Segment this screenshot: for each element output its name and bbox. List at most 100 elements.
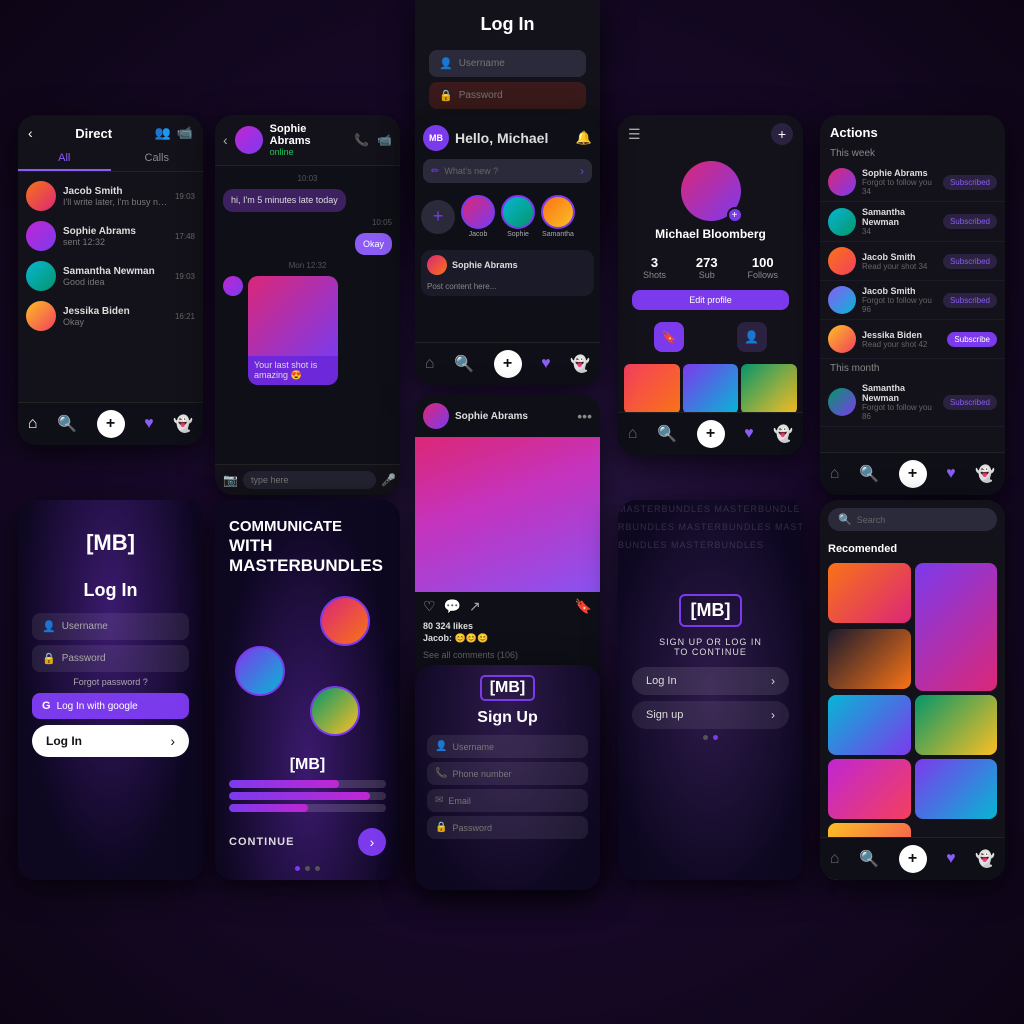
action-item[interactable]: Samantha Newman 34 Subscribed — [820, 202, 1005, 242]
rec-item-tall[interactable] — [915, 563, 998, 691]
thumbnail-2[interactable] — [683, 364, 739, 414]
subscribed-button[interactable]: Subscribed — [943, 214, 997, 229]
edit-profile-button[interactable]: Edit profile — [632, 290, 789, 310]
heart-icon[interactable]: ♥ — [744, 425, 754, 443]
group-icon[interactable]: 👥 — [155, 125, 171, 141]
password-field[interactable]: 🔒 Password — [427, 816, 588, 839]
action-item[interactable]: Samantha Newman Forgot to follow you 86 … — [820, 378, 1005, 427]
add-icon[interactable]: + — [771, 123, 793, 145]
login-button[interactable]: Log In › — [632, 667, 789, 695]
list-item[interactable]: Sophie Abrams sent 12:32 17:48 — [18, 216, 203, 256]
add-icon[interactable]: + — [494, 350, 522, 378]
more-options-icon[interactable]: ••• — [577, 408, 592, 424]
action-item[interactable]: Sophie Abrams Forgot to follow you 34 Su… — [820, 163, 1005, 202]
password-field[interactable]: 🔒 — [429, 82, 586, 109]
ghost-icon[interactable]: 👻 — [773, 424, 793, 444]
home-icon[interactable]: ⌂ — [628, 425, 638, 443]
heart-icon[interactable]: ♥ — [946, 465, 956, 483]
search-icon[interactable]: 🔍 — [859, 464, 879, 484]
ghost-icon[interactable]: 👻 — [173, 414, 193, 434]
story-item[interactable]: Samantha — [541, 195, 575, 238]
story-item[interactable]: Jacob — [461, 195, 495, 238]
rec-item[interactable] — [915, 695, 998, 755]
ghost-icon[interactable]: 👻 — [975, 849, 995, 869]
add-icon[interactable]: + — [899, 460, 927, 488]
menu-icon[interactable]: ☰ — [628, 126, 641, 143]
rec-item[interactable] — [828, 629, 911, 689]
story-item[interactable]: Sophie — [501, 195, 535, 238]
add-icon[interactable]: + — [899, 845, 927, 873]
add-icon[interactable]: + — [97, 410, 125, 438]
action-name: Samantha Newman — [862, 383, 937, 403]
home-icon[interactable]: ⌂ — [425, 355, 435, 373]
bell-icon[interactable]: 🔔 — [576, 130, 592, 146]
phone-field[interactable]: 📞 Phone number — [427, 762, 588, 785]
ghost-icon[interactable]: 👻 — [975, 464, 995, 484]
action-item[interactable]: Jessika Biden Read your shot 42 Subscrib… — [820, 320, 1005, 359]
subscribed-button[interactable]: Subscribed — [943, 395, 997, 410]
subscribed-button[interactable]: Subscribed — [943, 293, 997, 308]
feed-post-preview[interactable]: Sophie Abrams Post content here... — [421, 250, 594, 296]
search-arrow-icon[interactable]: › — [580, 164, 584, 178]
subscribe-button[interactable]: Subscribe — [947, 332, 997, 347]
login-button[interactable]: Log In › — [32, 725, 189, 757]
tab-calls[interactable]: Calls — [111, 147, 204, 171]
user-add-icon-btn[interactable]: 👤 — [737, 322, 767, 352]
search-icon[interactable]: 🔍 — [859, 849, 879, 869]
search-icon[interactable]: 🔍 — [57, 414, 77, 434]
video-call-icon[interactable]: 📹 — [377, 133, 392, 147]
username-field[interactable]: 👤 Username — [427, 735, 588, 758]
add-story-button[interactable]: + — [421, 200, 455, 234]
add-icon[interactable]: + — [697, 420, 725, 448]
action-item[interactable]: Jacob Smith Read your shot 34 Subscribed — [820, 242, 1005, 281]
continue-button[interactable]: › — [358, 828, 386, 856]
username-field[interactable]: 👤 Username — [32, 613, 189, 640]
password-field[interactable]: 🔒 Password — [32, 645, 189, 672]
thumbnail-1[interactable] — [624, 364, 680, 414]
feed-search[interactable]: ✏ What's new ? › — [423, 159, 592, 183]
thumbnail-3[interactable] — [741, 364, 797, 414]
heart-icon[interactable]: ♥ — [946, 850, 956, 868]
save-icon[interactable]: 🔖 — [575, 598, 592, 615]
share-icon[interactable]: ↗ — [469, 598, 481, 615]
list-item[interactable]: Jessika Biden Okay 16:21 — [18, 296, 203, 336]
like-icon[interactable]: ♡ — [423, 598, 436, 615]
back-icon[interactable]: ‹ — [223, 132, 228, 148]
chat-input[interactable] — [243, 471, 376, 489]
video-icon[interactable]: 📹 — [177, 125, 193, 141]
subscribed-button[interactable]: Subscribed — [943, 175, 997, 190]
phone-icon[interactable]: 📞 — [354, 133, 369, 147]
username-input[interactable] — [459, 58, 576, 69]
search-icon[interactable]: 🔍 — [454, 354, 474, 374]
rec-item[interactable] — [828, 759, 911, 819]
rec-item[interactable] — [828, 563, 911, 623]
tab-all[interactable]: All — [18, 147, 111, 171]
camera-icon[interactable]: 📷 — [223, 473, 238, 487]
search-icon[interactable]: 🔍 — [657, 424, 677, 444]
bookmark-icon-btn[interactable]: 🔖 — [654, 322, 684, 352]
home-icon[interactable]: ⌂ — [830, 465, 840, 483]
ghost-icon[interactable]: 👻 — [570, 354, 590, 374]
home-icon[interactable]: ⌂ — [830, 850, 840, 868]
rec-item[interactable] — [828, 695, 911, 755]
subscribed-button[interactable]: Subscribed — [943, 254, 997, 269]
list-item[interactable]: Jacob Smith I'll write later, I'm busy n… — [18, 176, 203, 216]
home-icon[interactable]: ⌂ — [28, 415, 38, 433]
heart-icon[interactable]: ♥ — [144, 415, 154, 433]
feed-header: MB Hello, Michael 🔔 — [415, 115, 600, 155]
google-login-button[interactable]: G Log In with google — [32, 693, 189, 719]
action-item[interactable]: Jacob Smith Forgot to follow you 96 Subs… — [820, 281, 1005, 320]
search-bar[interactable]: 🔍 Search — [828, 508, 997, 531]
email-field[interactable]: ✉ Email — [427, 789, 588, 812]
signup-button[interactable]: Sign up › — [632, 701, 789, 729]
password-input[interactable] — [459, 90, 576, 101]
add-photo-icon[interactable]: + — [727, 207, 743, 223]
forgot-password-link[interactable]: Forgot password ? — [18, 677, 203, 687]
comment-icon[interactable]: 💬 — [444, 598, 461, 615]
list-item[interactable]: Samantha Newman Good idea 19:03 — [18, 256, 203, 296]
rec-item[interactable] — [915, 759, 998, 819]
mic-icon[interactable]: 🎤 — [381, 473, 396, 487]
username-field[interactable]: 👤 — [429, 50, 586, 77]
back-icon[interactable]: ‹ — [28, 125, 33, 141]
heart-icon[interactable]: ♥ — [541, 355, 551, 373]
